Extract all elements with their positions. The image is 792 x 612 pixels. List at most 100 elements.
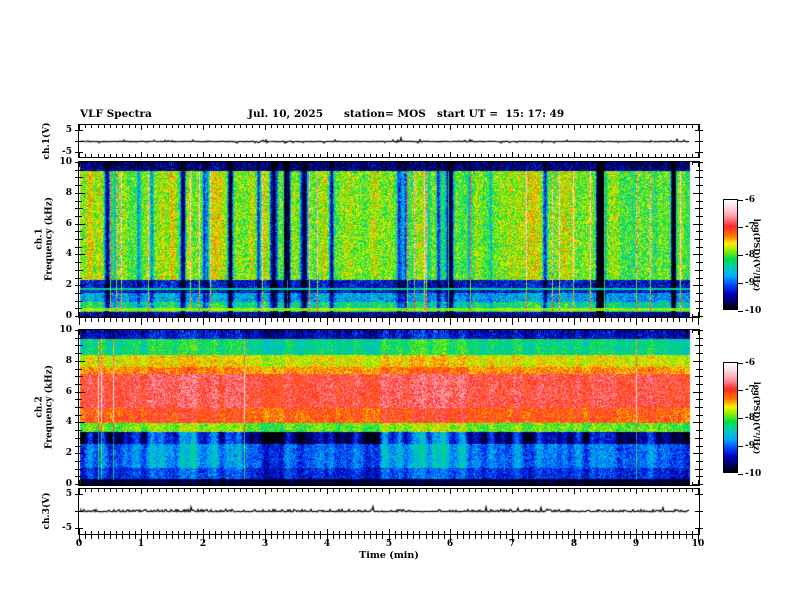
tick [85,531,86,534]
tick [320,482,321,485]
tick [345,125,346,128]
tick [587,162,588,165]
tick [79,345,83,346]
tick [611,314,612,317]
cb2-tick [738,446,743,447]
tick [661,314,662,317]
tick [122,314,123,317]
ch2-spec-ytick-label: 4 [65,417,72,427]
tick [549,531,550,534]
tick [699,469,703,470]
tick [122,154,123,157]
tick [221,531,222,534]
tick [407,482,408,485]
tick [320,314,321,317]
tick [351,482,352,485]
header-station: station= MOS [344,108,426,120]
tick [500,330,501,333]
tick [215,318,216,322]
x-axis-title: Time (min) [359,550,419,561]
tick [438,535,439,539]
tick [110,125,111,128]
tick [531,125,532,128]
tick [605,535,606,539]
tick [190,531,191,534]
tick [568,314,569,317]
tick [525,531,526,534]
tick [75,528,79,529]
tick [699,301,703,302]
tick [618,535,619,539]
tick [314,489,315,492]
tick [432,154,433,157]
tick [252,489,253,492]
tick [450,529,451,534]
tick [358,531,359,534]
tick [593,482,594,485]
tick [184,318,185,322]
tick [699,399,703,400]
tick [624,330,625,333]
tick [624,535,625,539]
cb1-tick [738,311,743,312]
colorbar-ch2 [723,362,738,473]
tick [438,318,439,322]
tick [494,162,495,165]
tick [611,318,612,322]
tick [271,330,272,333]
tick [308,535,309,539]
tick [699,528,703,529]
tick [79,430,82,431]
tick [302,314,303,317]
tick [401,318,402,322]
tick [296,314,297,317]
tick [686,531,687,534]
tick [512,162,513,167]
tick [636,318,637,325]
tick [333,318,334,322]
tick [289,531,290,534]
tick [401,314,402,317]
tick [568,125,569,128]
tick [370,482,371,485]
tick [141,125,142,130]
tick [345,318,346,322]
tick [91,154,92,157]
tick [481,162,482,165]
tick [525,314,526,317]
tick [339,318,340,322]
tick [475,330,476,333]
tick [209,318,210,322]
tick [699,130,703,131]
tick [370,330,371,333]
tick [141,489,142,494]
tick [537,318,538,322]
tick [518,482,519,485]
tick [413,154,414,157]
tick [122,531,123,534]
tick [147,482,148,485]
tick [116,535,117,539]
tick [333,531,334,534]
tick [401,125,402,128]
tick [673,482,674,485]
tick [401,531,402,534]
tick [457,154,458,157]
tick [197,125,198,128]
tick [382,330,383,333]
tick [562,330,563,333]
tick [481,482,482,485]
tick [75,254,79,255]
tick [444,125,445,128]
tick [271,154,272,157]
tick [642,162,643,165]
tick [599,318,600,322]
tick [327,489,328,494]
tick [246,162,247,165]
tick [481,535,482,539]
tick [129,162,130,165]
tick [549,535,550,539]
tick [240,162,241,165]
tick [469,318,470,322]
tick [679,330,680,333]
